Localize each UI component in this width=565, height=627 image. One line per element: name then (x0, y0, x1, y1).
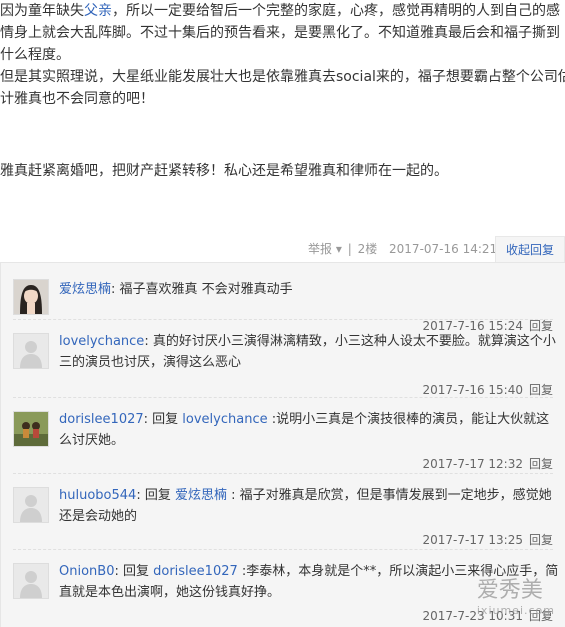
reply-divider (13, 319, 553, 320)
reply-username[interactable]: huluobo544 (59, 488, 136, 503)
reply-text: huluobo544: 回复 爱炫思楠 : 福子对雅真是欣赏，但是事情发展到一定… (59, 485, 561, 527)
reply-divider (13, 473, 553, 474)
site-watermark: 爱秀美 ixiumei.com (477, 572, 555, 617)
reply-username[interactable]: dorislee1027 (59, 412, 144, 427)
post-line: 情身上就会大乱阵脚。不过十集后的预告看来，是要黑化了。不知道雅真最后会和福子撕到 (0, 25, 560, 41)
reply-target-user[interactable]: 爱炫思楠 (175, 488, 227, 503)
post-line: 因为童年缺失父亲，所以一定要给智后一个完整的家庭，心疼，感觉再精明的人到自己的感 (0, 0, 565, 22)
reply-button[interactable]: 回复 (529, 383, 553, 397)
post-text: 因为童年缺失 (0, 3, 84, 19)
avatar[interactable] (13, 487, 49, 523)
post-line: 计雅真也不会同意的吧！ (0, 91, 154, 107)
avatar[interactable] (13, 411, 49, 447)
post-spacer (0, 132, 565, 154)
reply-timestamp: 2017-7-17 12:32 (422, 457, 523, 471)
reply-separator: : 回复 (143, 412, 183, 427)
reply-content: 福子喜欢雅真 不会对雅真动手 (119, 282, 293, 297)
collapse-replies-button[interactable]: 收起回复 (495, 236, 565, 263)
user-photo-icon (14, 412, 48, 446)
reply-timestamp: 2017-7-16 15:40 (422, 383, 523, 397)
reply-separator: : 回复 (114, 564, 154, 579)
reply-meta: 2017-7-17 12:32 回复 (422, 455, 553, 472)
reply-text: dorislee1027: 回复 lovelychance :说明小三真是个演技… (59, 409, 561, 451)
reply-item: 爱炫思楠: 福子喜欢雅真 不会对雅真动手 2017-7-16 15:24 回复 (13, 277, 561, 337)
reply-target-user[interactable]: lovelychance (182, 412, 267, 427)
avatar[interactable] (13, 333, 49, 369)
reply-item: dorislee1027: 回复 lovelychance :说明小三真是个演技… (13, 409, 561, 479)
reply-button[interactable]: 回复 (529, 457, 553, 471)
post-timestamp: 2017-07-16 14:21 (389, 242, 498, 256)
post-line: 雅真赶紧离婚吧，把财产赶紧转移！私心还是希望雅真和律师在一起的。 (0, 163, 448, 179)
reply-button[interactable]: 回复 (529, 533, 553, 547)
reply-separator: : 回复 (136, 488, 175, 503)
reply-divider (13, 549, 553, 550)
watermark-title: 爱秀美 (476, 578, 543, 603)
reply-timestamp: 2017-7-17 13:25 (422, 533, 523, 547)
post-text: ，所以一定要给智后一个完整的家庭，心疼，感觉再精明的人到自己的感 (112, 3, 560, 19)
default-avatar-icon (14, 488, 48, 522)
watermark-url: ixiumei.com (476, 604, 555, 617)
user-photo-icon (14, 280, 48, 314)
report-link[interactable]: 举报 (308, 242, 332, 256)
post-body: 因为童年缺失父亲，所以一定要给智后一个完整的家庭，心疼，感觉再精明的人到自己的感… (0, 0, 565, 182)
reply-separator: : (144, 334, 153, 349)
post-meta: 举报 ▾ | 2楼 2017-07-16 14:21 (308, 240, 497, 257)
avatar[interactable] (13, 563, 49, 599)
reply-divider (13, 397, 553, 398)
default-avatar-icon (14, 564, 48, 598)
reply-target-user[interactable]: dorislee1027 (153, 564, 238, 579)
reply-list: 爱炫思楠: 福子喜欢雅真 不会对雅真动手 2017-7-16 15:24 回复 l… (0, 262, 565, 627)
meta-separator: | (347, 242, 352, 256)
reply-username[interactable]: 爱炫思楠 (59, 282, 111, 297)
floor-number: 2楼 (357, 242, 378, 256)
reply-item: huluobo544: 回复 爱炫思楠 : 福子对雅真是欣赏，但是事情发展到一定… (13, 485, 561, 555)
avatar[interactable] (13, 279, 49, 315)
post-line: 什么程度。 (0, 47, 70, 63)
post-spacer (0, 110, 565, 132)
keyword-link[interactable]: 父亲 (84, 3, 112, 19)
reply-text: lovelychance: 真的好讨厌小三演得淋漓精致，小三这种人设太不要脸。就… (59, 331, 561, 373)
reply-meta: 2017-7-16 15:40 回复 (422, 381, 553, 398)
reply-item: lovelychance: 真的好讨厌小三演得淋漓精致，小三这种人设太不要脸。就… (13, 331, 561, 401)
reply-separator: : (111, 282, 120, 297)
reply-meta: 2017-7-17 13:25 回复 (422, 531, 553, 548)
reply-text: 爱炫思楠: 福子喜欢雅真 不会对雅真动手 (59, 279, 561, 300)
post-line: 但是其实照理说，大星纸业能发展壮大也是依靠雅真去social来的，福子想要霸占整… (0, 69, 565, 85)
reply-username[interactable]: lovelychance (59, 334, 144, 349)
caret-down-icon[interactable]: ▾ (332, 242, 342, 256)
reply-username[interactable]: OnionB0 (59, 564, 114, 579)
default-avatar-icon (14, 334, 48, 368)
